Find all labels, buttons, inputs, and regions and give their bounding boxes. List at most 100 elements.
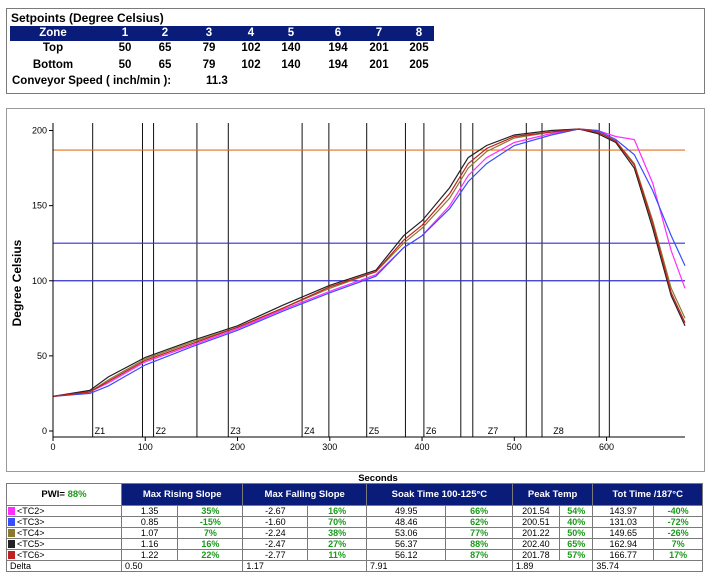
delta-value: 7.91 xyxy=(366,560,513,572)
series-swatch xyxy=(8,529,15,537)
stat-percent: 7% xyxy=(177,527,244,539)
stat-percent: 16% xyxy=(177,538,244,550)
stat-percent: 87% xyxy=(445,549,513,561)
delta-row: Delta 0.50 1.17 7.91 1.89 35.74 xyxy=(6,560,703,572)
delta-value: 1.17 xyxy=(242,560,367,572)
zone-label: Z1 xyxy=(95,426,106,436)
series-line xyxy=(52,128,686,397)
thermocouple-cell: <TC2> xyxy=(6,505,122,517)
zone-label: Z2 xyxy=(156,426,167,436)
zone-label: Z7 xyxy=(488,426,499,436)
stat-percent: -40% xyxy=(653,505,703,517)
stat-value: 201.54 xyxy=(511,505,561,517)
x-tick-label: 200 xyxy=(230,442,245,452)
stat-percent: 7% xyxy=(653,538,703,550)
x-tick-label: 500 xyxy=(507,442,522,452)
stat-percent: 35% xyxy=(177,505,244,517)
header-soak-time: Soak Time 100-125°C xyxy=(366,483,513,506)
zone-lines xyxy=(52,123,610,437)
pwi-cell: PWI= 88% xyxy=(6,483,122,506)
header-peak-temp: Peak Temp xyxy=(511,483,594,506)
stat-percent: 50% xyxy=(558,527,594,539)
zone-label: Z4 xyxy=(304,426,315,436)
x-tick-label: 400 xyxy=(415,442,430,452)
stat-percent: -26% xyxy=(653,527,703,539)
stat-value: 201.22 xyxy=(511,527,561,539)
header-tot-time: Tot Time /187°C xyxy=(592,483,703,506)
stat-percent: 62% xyxy=(445,516,513,528)
zone-label: Z3 xyxy=(230,426,241,436)
y-tick-label: 0 xyxy=(42,426,47,436)
stats-row: <TC5> 1.16 16% -2.47 27% 56.37 88% 202.40 65% 162… xyxy=(6,538,703,550)
stat-percent: 66% xyxy=(445,505,513,517)
threshold-lines xyxy=(53,149,685,282)
stat-value: 1.16 xyxy=(120,538,179,550)
stat-value: -2.24 xyxy=(242,527,309,539)
stats-row: <TC6> 1.22 22% -2.77 11% 56.12 87% 201.78 57% 166… xyxy=(6,549,703,561)
stat-value: 131.03 xyxy=(592,516,655,528)
temperature-series xyxy=(52,128,686,397)
x-tick-label: 0 xyxy=(50,442,55,452)
thermocouple-label: <TC6> xyxy=(17,550,45,560)
stat-value: 143.97 xyxy=(592,505,655,517)
stat-percent: 65% xyxy=(558,538,594,550)
y-tick-label: 200 xyxy=(32,126,47,136)
stat-value: -1.60 xyxy=(242,516,309,528)
stat-percent: 88% xyxy=(445,538,513,550)
zone-label: Z8 xyxy=(553,426,564,436)
stat-value: 202.40 xyxy=(511,538,561,550)
series-swatch xyxy=(8,551,15,559)
stat-percent: 77% xyxy=(445,527,513,539)
y-axis-label: Degree Celsius xyxy=(10,239,24,326)
thermocouple-label: <TC4> xyxy=(17,528,45,538)
stat-value: 49.95 xyxy=(365,505,447,517)
thermocouple-label: <TC3> xyxy=(17,517,45,527)
stat-value: -2.67 xyxy=(242,505,309,517)
stat-percent: 38% xyxy=(307,527,367,539)
stats-row: <TC3> 0.85 -15% -1.60 70% 48.46 62% 200.51 40% 13… xyxy=(6,516,703,528)
pwi-value: 88% xyxy=(67,488,87,500)
x-tick-label: 600 xyxy=(599,442,614,452)
header-max-rising: Max Rising Slope xyxy=(120,483,244,506)
thermocouple-label: <TC2> xyxy=(17,506,45,516)
stat-percent: 54% xyxy=(558,505,594,517)
stats-row: <TC2> 1.35 35% -2.67 16% 49.95 66% 201.54 54% 143… xyxy=(6,505,703,517)
stat-value: 53.06 xyxy=(365,527,447,539)
zone-label: Z6 xyxy=(426,426,437,436)
stat-value: 56.37 xyxy=(365,538,447,550)
stats-row: <TC4> 1.07 7% -2.24 38% 53.06 77% 201.22 50% 149.… xyxy=(6,527,703,539)
thermocouple-cell: <TC5> xyxy=(6,538,122,550)
stats-table: PWI= 88% Max Rising Slope Max Falling Sl… xyxy=(6,483,703,572)
delta-value: 0.50 xyxy=(120,560,244,572)
stat-value: 166.77 xyxy=(592,549,655,561)
stat-value: -2.47 xyxy=(242,538,309,550)
stat-value: 201.78 xyxy=(511,549,561,561)
stat-value: 200.51 xyxy=(511,516,561,528)
thermocouple-label: <TC5> xyxy=(17,539,45,549)
y-tick-label: 50 xyxy=(37,351,47,361)
stat-percent: 11% xyxy=(307,549,367,561)
stat-percent: 27% xyxy=(307,538,367,550)
stat-value: 149.65 xyxy=(592,527,655,539)
stat-value: 56.12 xyxy=(365,549,447,561)
stat-value: 0.85 xyxy=(120,516,179,528)
delta-value: 35.74 xyxy=(592,560,703,572)
stat-value: 1.35 xyxy=(120,505,179,517)
stat-percent: -15% xyxy=(177,516,244,528)
zone-label: Z5 xyxy=(369,426,380,436)
stat-percent: 40% xyxy=(558,516,594,528)
series-swatch xyxy=(8,518,15,526)
stat-percent: 22% xyxy=(177,549,244,561)
y-tick-label: 150 xyxy=(32,201,47,211)
stat-value: 48.46 xyxy=(365,516,447,528)
y-tick-label: 100 xyxy=(32,276,47,286)
stat-percent: -72% xyxy=(653,516,703,528)
series-swatch xyxy=(8,507,15,515)
stat-percent: 70% xyxy=(307,516,367,528)
axes: 0 50 100 150 200 0 100 200 300 400 500 600 xyxy=(32,123,685,452)
thermocouple-cell: <TC6> xyxy=(6,549,122,561)
thermocouple-cell: <TC3> xyxy=(6,516,122,528)
stat-value: 1.07 xyxy=(120,527,179,539)
delta-value: 1.89 xyxy=(511,560,594,572)
series-swatch xyxy=(8,540,15,548)
